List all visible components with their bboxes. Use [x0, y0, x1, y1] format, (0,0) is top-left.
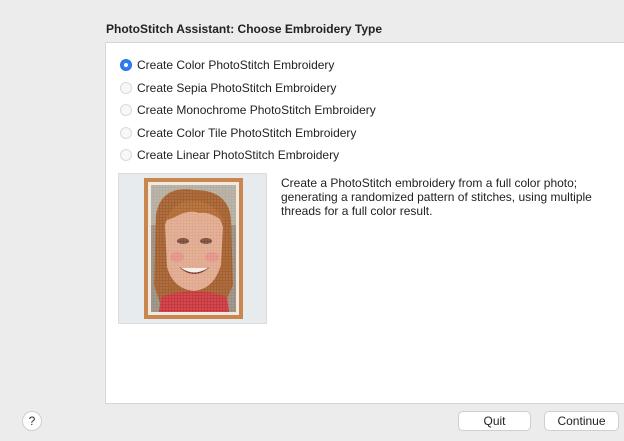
radio-button[interactable]	[120, 126, 132, 139]
option-sepia[interactable]: Create Sepia PhotoStitch Embroidery	[120, 77, 376, 100]
option-monochrome-label: Create Monochrome PhotoStitch Embroidery	[137, 103, 376, 118]
option-monochrome[interactable]: Create Monochrome PhotoStitch Embroidery	[120, 99, 376, 122]
option-description: Create a PhotoStitch embroidery from a f…	[281, 176, 592, 218]
option-sepia-label: Create Sepia PhotoStitch Embroidery	[137, 80, 337, 95]
radio-button[interactable]	[120, 104, 132, 117]
quit-button[interactable]: Quit	[458, 411, 531, 431]
option-linear-label: Create Linear PhotoStitch Embroidery	[137, 148, 340, 163]
radio-button[interactable]	[120, 81, 132, 94]
picture-frame	[144, 178, 243, 319]
preview-image	[118, 173, 267, 324]
help-button[interactable]: ?	[22, 411, 42, 431]
picture-mat	[148, 182, 239, 315]
option-color-tile[interactable]: Create Color Tile PhotoStitch Embroidery	[120, 122, 376, 145]
embroidery-type-options: Create Color PhotoStitch Embroidery Crea…	[120, 54, 376, 167]
option-color-label: Create Color PhotoStitch Embroidery	[137, 58, 335, 73]
radio-button-selected[interactable]	[120, 59, 132, 72]
option-color[interactable]: Create Color PhotoStitch Embroidery	[120, 54, 376, 77]
radio-button[interactable]	[120, 149, 132, 162]
dialog-title: PhotoStitch Assistant: Choose Embroidery…	[106, 22, 383, 36]
portrait-photo	[151, 185, 236, 312]
option-linear[interactable]: Create Linear PhotoStitch Embroidery	[120, 144, 376, 167]
continue-button[interactable]: Continue	[544, 411, 619, 431]
option-color-tile-label: Create Color Tile PhotoStitch Embroidery	[137, 125, 357, 140]
